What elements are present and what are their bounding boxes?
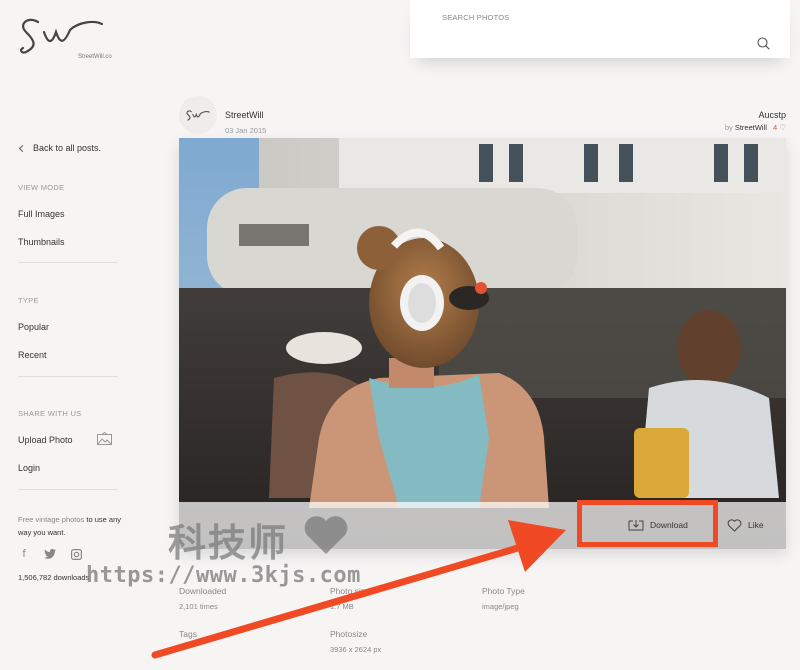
heart-icon xyxy=(727,518,742,532)
downloaded-value: 2,101 times xyxy=(179,602,218,611)
watermark-url: https://www.3kjs.com xyxy=(86,563,361,588)
view-mode-thumbnails[interactable]: Thumbnails xyxy=(18,237,65,247)
blurb-lead: Free vintage photos xyxy=(18,515,85,524)
byline-author[interactable]: StreetWill xyxy=(735,123,767,132)
site-logo[interactable]: StreetWill.co xyxy=(16,10,112,62)
total-downloads: 1,506,782 downloads xyxy=(18,573,90,582)
photo-image xyxy=(179,138,786,549)
facebook-icon[interactable]: f xyxy=(18,548,30,560)
photo-dimensions-label: Photosize xyxy=(330,629,368,639)
sidebar-divider xyxy=(18,262,118,263)
like-label: Like xyxy=(748,520,764,530)
instagram-icon[interactable] xyxy=(70,548,82,560)
download-highlight-box xyxy=(577,500,718,547)
sidebar-divider xyxy=(18,376,118,377)
like-count: 4 ♡ xyxy=(773,123,786,132)
sidebar-divider xyxy=(18,489,118,490)
chevron-left-icon xyxy=(18,144,27,152)
watermark-heart-icon xyxy=(304,516,348,554)
search-label: SEARCH PHOTOS xyxy=(442,13,510,22)
watermark-text: 科技师 xyxy=(168,521,289,565)
site-name: StreetWill.co xyxy=(78,54,112,60)
view-mode-full-images[interactable]: Full Images xyxy=(18,209,65,219)
tags-label: Tags xyxy=(179,629,197,639)
photo-type-value: image/jpeg xyxy=(482,602,519,611)
site-blurb: Free vintage photos to use any way you w… xyxy=(18,513,128,539)
type-recent[interactable]: Recent xyxy=(18,350,47,360)
like-button[interactable]: Like xyxy=(727,515,764,535)
share-heading: SHARE WITH US xyxy=(18,409,82,418)
search-icon[interactable] xyxy=(757,37,770,50)
post-date: 03 Jan 2015 xyxy=(225,126,267,135)
back-link-label: Back to all posts. xyxy=(33,143,102,153)
photo-dimensions-value: 3936 x 2624 px xyxy=(330,645,382,654)
album-title[interactable]: Aucstp xyxy=(758,110,786,120)
image-upload-icon[interactable] xyxy=(97,432,112,445)
author-avatar[interactable] xyxy=(179,96,217,134)
logo-icon xyxy=(20,18,104,54)
main-photo[interactable] xyxy=(179,138,786,549)
twitter-icon[interactable] xyxy=(44,548,56,560)
photo-size-value: 1.7 MB xyxy=(330,602,354,611)
photo-type-label: Photo Type xyxy=(482,586,525,596)
type-heading: TYPE xyxy=(18,296,39,305)
type-popular[interactable]: Popular xyxy=(18,322,49,332)
view-mode-heading: VIEW MODE xyxy=(18,183,65,192)
album-byline: by StreetWill 4 ♡ xyxy=(725,123,786,132)
byline-prefix: by xyxy=(724,123,733,132)
back-to-posts-link[interactable]: Back to all posts. xyxy=(18,143,101,153)
author-name[interactable]: StreetWill xyxy=(225,110,264,120)
avatar-logo-icon xyxy=(186,110,210,121)
social-links: f xyxy=(18,548,82,560)
login-link[interactable]: Login xyxy=(18,463,40,473)
upload-photo-link[interactable]: Upload Photo xyxy=(18,435,73,445)
search-bar[interactable] xyxy=(410,0,790,58)
